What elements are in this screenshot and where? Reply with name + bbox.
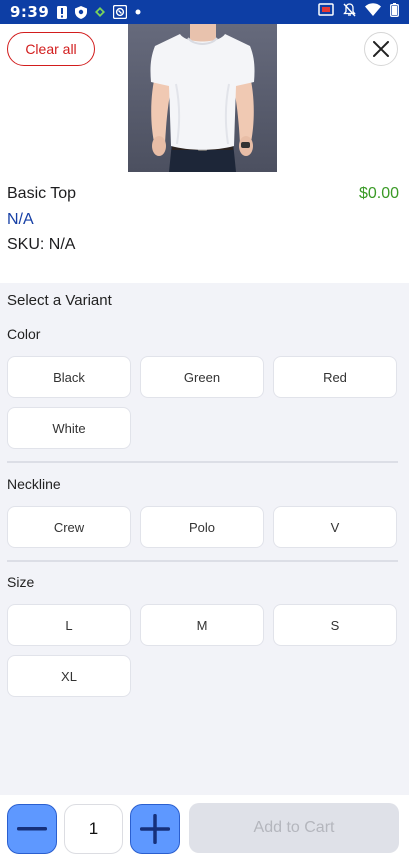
dot-icon [135, 9, 141, 15]
decrease-quantity-button[interactable] [7, 804, 57, 854]
size-option-s[interactable]: S [273, 604, 397, 646]
increase-quantity-button[interactable] [130, 804, 180, 854]
variants-title: Select a Variant [7, 292, 112, 309]
product-name: Basic Top [7, 185, 77, 202]
product-image [128, 24, 277, 172]
product-subtitle: N/A [7, 211, 34, 228]
color-option-red[interactable]: Red [273, 356, 397, 398]
status-time: 9:39 [10, 3, 50, 21]
neckline-option-v[interactable]: V [273, 506, 397, 548]
neckline-option-polo[interactable]: Polo [140, 506, 264, 548]
mute-icon [343, 2, 356, 22]
product-sku: SKU: N/A [7, 236, 76, 253]
cart-bar: 1 Add to Cart [0, 795, 409, 861]
clear-all-button[interactable]: Clear all [7, 32, 95, 66]
status-bar: 9:39 [0, 0, 409, 24]
add-to-cart-button[interactable]: Add to Cart [189, 803, 399, 853]
wifi-icon [365, 3, 381, 21]
plus-icon [140, 814, 170, 844]
neckline-option-crew[interactable]: Crew [7, 506, 131, 548]
product-card: Clear all Basic Top $0.00 N/A SKU: N/A [0, 24, 409, 283]
size-option-l[interactable]: L [7, 604, 131, 646]
color-option-green[interactable]: Green [140, 356, 264, 398]
color-option-black[interactable]: Black [7, 356, 131, 398]
quantity-field[interactable]: 1 [64, 804, 123, 854]
cast-icon [318, 3, 334, 21]
divider [7, 560, 398, 562]
shield-icon [75, 5, 88, 19]
close-button[interactable] [364, 32, 398, 66]
battery-icon [390, 2, 399, 22]
minus-icon [17, 827, 47, 831]
size-option-m[interactable]: M [140, 604, 264, 646]
close-icon [373, 41, 389, 57]
app-icon [113, 5, 128, 19]
vpn-icon [95, 7, 106, 17]
neckline-label: Neckline [7, 476, 61, 492]
alert-icon [57, 5, 68, 19]
size-label: Size [7, 574, 35, 590]
product-price: $0.00 [358, 185, 399, 202]
divider [7, 461, 398, 463]
color-label: Color [7, 326, 41, 342]
color-option-white[interactable]: White [7, 407, 131, 449]
size-option-xl[interactable]: XL [7, 655, 131, 697]
